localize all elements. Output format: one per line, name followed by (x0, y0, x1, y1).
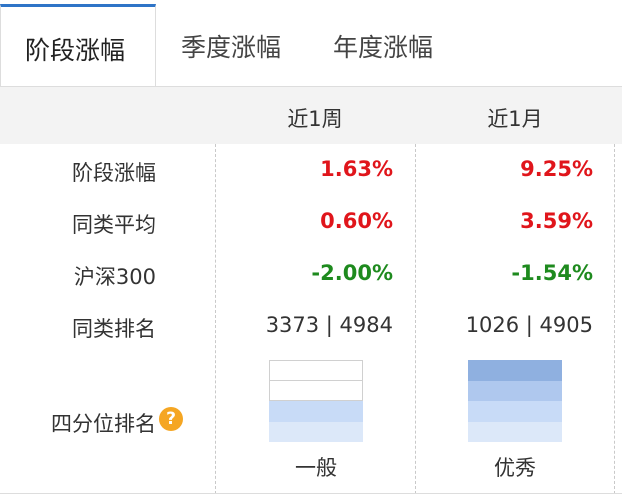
value-stage-return-1m: 9.25% (520, 157, 593, 181)
tab-quarterly-return[interactable]: 季度涨幅 (181, 28, 281, 64)
column-header-1w: 近1周 (287, 107, 343, 131)
quartile-cell (468, 360, 562, 381)
row-label-quartile-rank: 四分位排名 (51, 412, 156, 436)
quartile-cell (468, 421, 562, 442)
value-peer-rank-1w: 3373 | 4984 (265, 313, 393, 337)
row-label-peer-average: 同类平均 (72, 213, 156, 237)
row-label-peer-rank: 同类排名 (72, 317, 156, 341)
quartile-rating-1w: 一般 (295, 456, 337, 480)
quartile-cell (269, 360, 363, 381)
quartile-cell (269, 421, 363, 442)
value-peer-rank-1m: 1026 | 4905 (465, 313, 593, 337)
row-label-csi300: 沪深300 (73, 265, 156, 289)
column-divider (614, 144, 615, 494)
value-peer-average-1w: 0.60% (320, 209, 393, 233)
table-bottom-border (0, 493, 622, 494)
tab-label: 阶段涨幅 (25, 36, 126, 65)
quartile-cell (269, 380, 363, 401)
value-stage-return-1w: 1.63% (320, 157, 393, 181)
question-icon[interactable]: ? (159, 407, 183, 431)
quartile-chart-1w (269, 360, 363, 442)
tab-bar: 阶段涨幅 季度涨幅 年度涨幅 (0, 0, 622, 87)
quartile-rating-1m: 优秀 (494, 456, 536, 480)
tab-annual-return[interactable]: 年度涨幅 (333, 28, 433, 64)
column-header-1m: 近1月 (487, 107, 543, 131)
tab-stage-return[interactable]: 阶段涨幅 (0, 4, 156, 86)
value-peer-average-1m: 3.59% (520, 209, 593, 233)
quartile-chart-1m (468, 360, 562, 442)
quartile-cell (468, 380, 562, 401)
quartile-cell (468, 401, 562, 422)
table-header: 近1周 近1月 (0, 87, 622, 144)
value-csi300-1w: -2.00% (311, 261, 393, 285)
quartile-cell (269, 401, 363, 422)
value-csi300-1m: -1.54% (511, 261, 593, 285)
row-label-stage-return: 阶段涨幅 (72, 161, 156, 185)
